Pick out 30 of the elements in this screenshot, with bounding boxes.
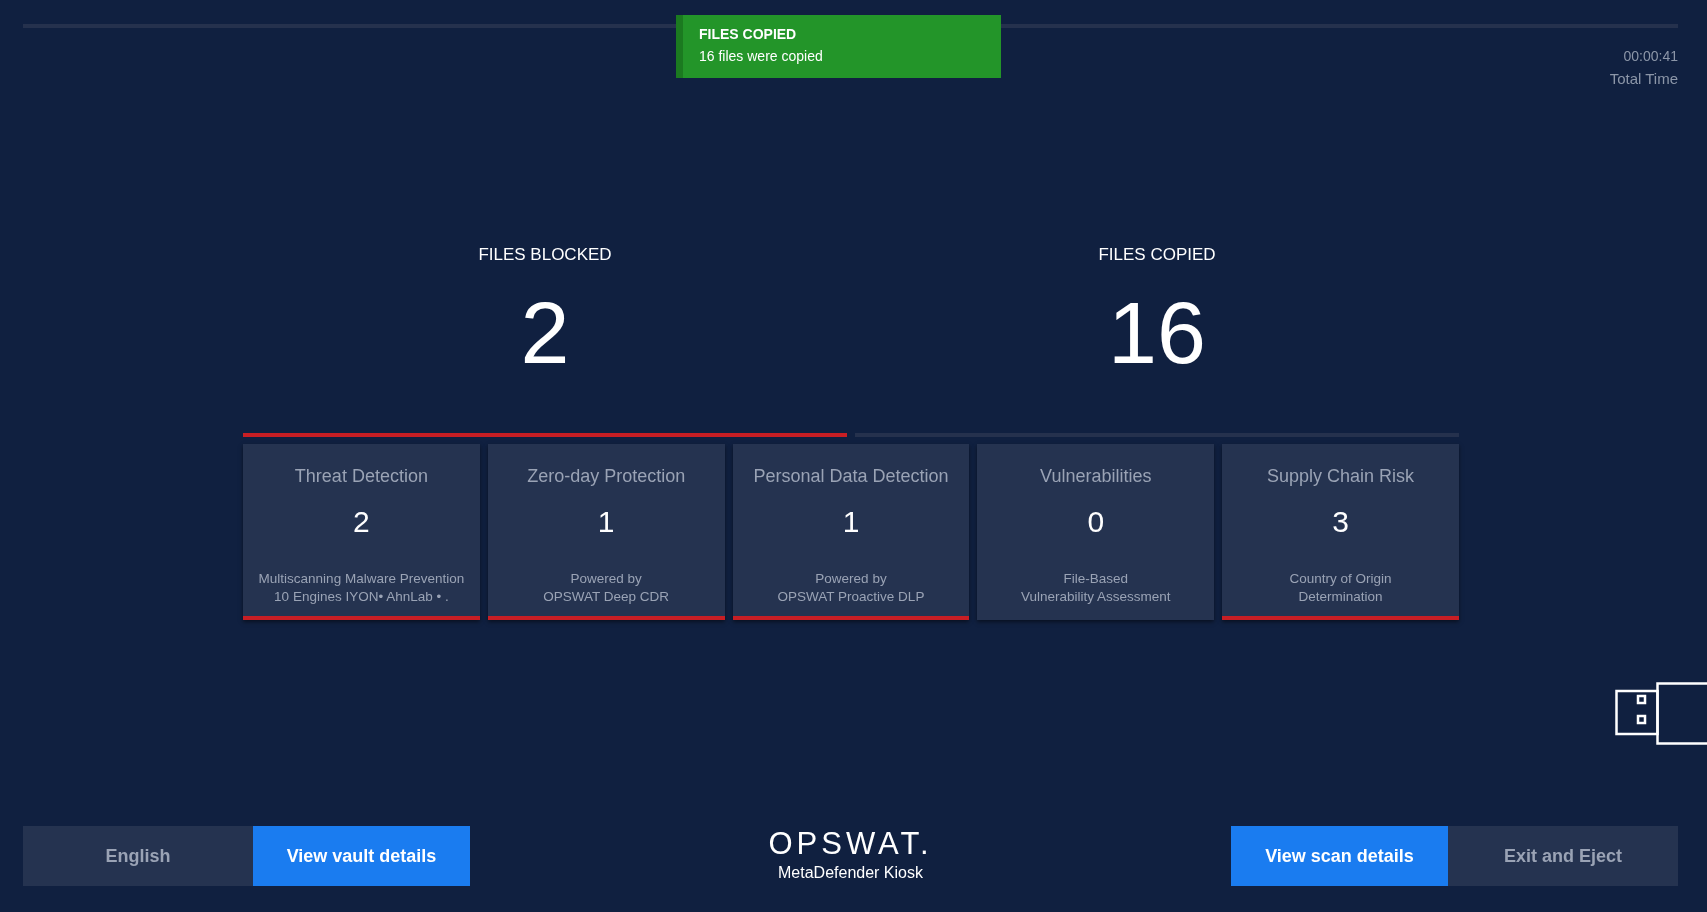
card-description: Powered by OPSWAT Proactive DLP	[777, 570, 925, 606]
elapsed-time: 00:00:41	[1622, 48, 1678, 64]
card-description: Country of Origin Determination	[1289, 570, 1392, 606]
card-description: Powered by OPSWAT Deep CDR	[543, 570, 670, 606]
brand-logo: OPSWAT.	[768, 826, 933, 862]
stat-value: 16	[1108, 283, 1206, 383]
time-label: Total Time	[1609, 70, 1678, 87]
action-button[interactable]: View vault details	[253, 826, 470, 886]
stat-label: FILES BLOCKED	[478, 245, 612, 265]
card-title: Threat Detection	[294, 466, 428, 487]
secondary-button[interactable]: Exit and Eject	[1448, 826, 1678, 886]
toast-title: FILES COPIED	[699, 26, 798, 42]
product-name: MetaDefender Kiosk	[778, 864, 923, 882]
stat-label: FILES COPIED	[1098, 245, 1216, 265]
card-description: File-Based Vulnerability Assessment	[1021, 570, 1171, 606]
card-count: 0	[1087, 505, 1105, 539]
card-title: Supply Chain Risk	[1267, 466, 1415, 487]
card-description: Multiscanning Malware Prevention 10 Engines IYON• AhnLab • .	[258, 570, 465, 606]
card-title: Vulnerabilities	[1040, 466, 1152, 487]
card-count: 2	[353, 505, 370, 539]
card-title: Zero-day Protection	[527, 466, 686, 487]
toast-message: 16 files were copied	[699, 48, 824, 64]
secondary-button[interactable]: English	[23, 826, 253, 886]
action-button[interactable]: View scan details	[1231, 826, 1448, 886]
card-count: 1	[597, 505, 615, 539]
usb-drive-icon	[1615, 682, 1707, 745]
card-count: 3	[1332, 505, 1349, 539]
card-title: Personal Data Detection	[753, 466, 949, 487]
stat-value: 2	[520, 283, 570, 383]
card-count: 1	[842, 505, 860, 539]
